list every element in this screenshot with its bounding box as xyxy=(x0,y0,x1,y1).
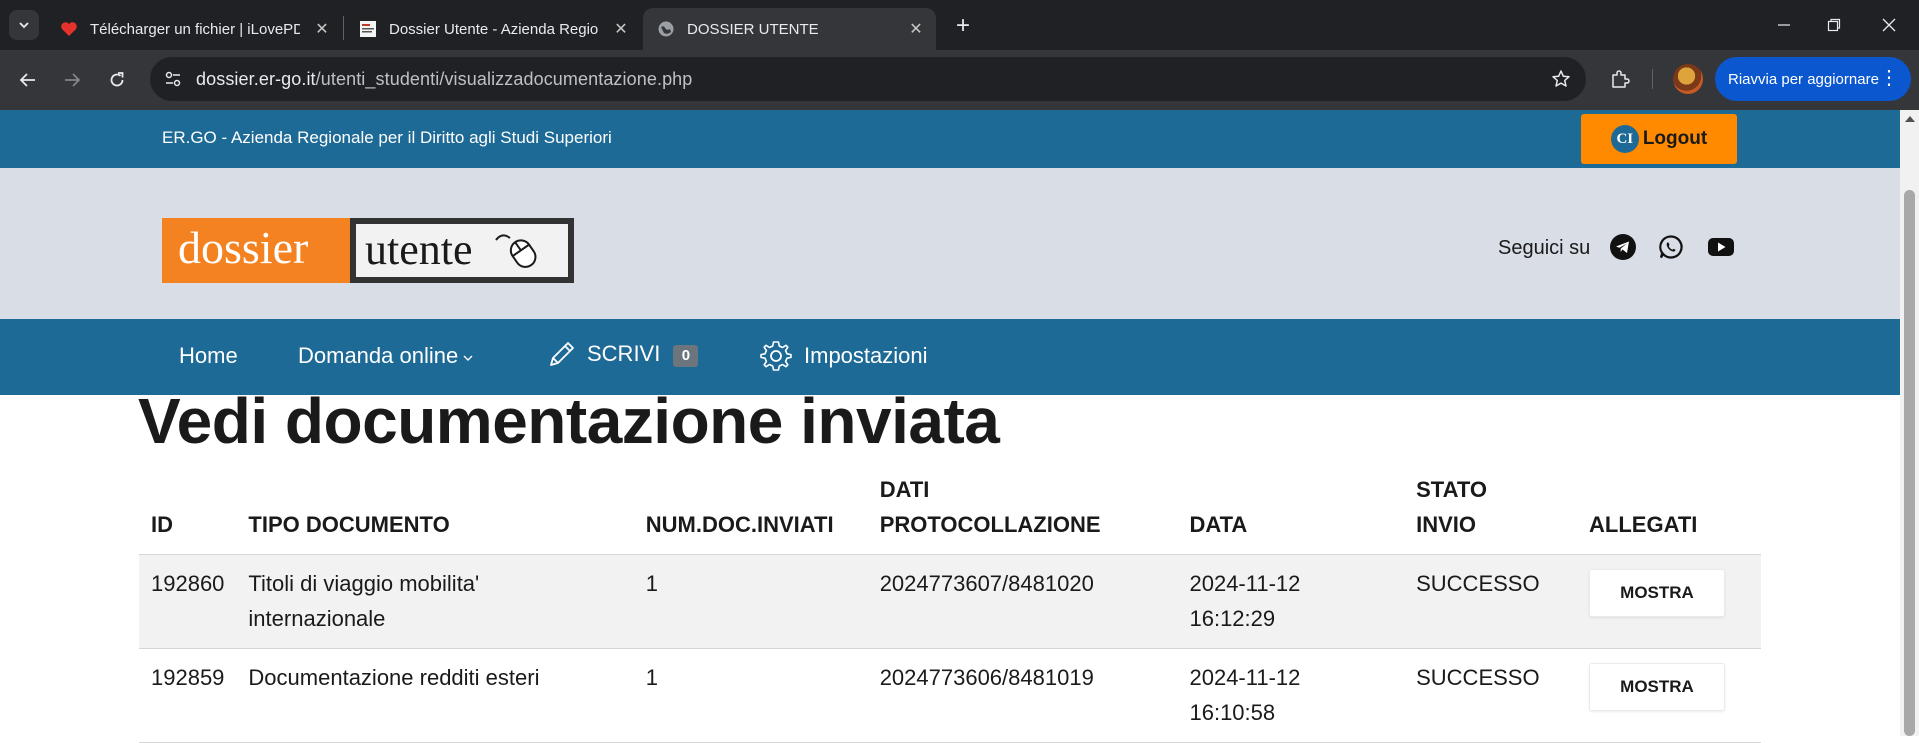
tab-search-button[interactable] xyxy=(9,10,39,40)
close-tab-icon[interactable]: ✕ xyxy=(906,19,926,39)
back-arrow-icon[interactable] xyxy=(13,65,43,95)
cell-data: 2024-11-12 16:12:29 xyxy=(1177,554,1405,649)
ci-logout-icon: CI xyxy=(1610,125,1639,153)
telegram-icon[interactable] xyxy=(1609,233,1637,261)
bookmark-star-icon[interactable] xyxy=(1550,68,1572,90)
header-line: PROTOCOLLAZIONE xyxy=(879,512,1101,537)
url-path: /utenti_studenti/visualizzadocumentazion… xyxy=(315,69,693,89)
youtube-icon[interactable] xyxy=(1707,233,1735,261)
tab-title: Télécharger un fichier | iLovePDF xyxy=(90,20,300,38)
update-button-label: Riavvia per aggiornare xyxy=(1728,70,1879,88)
cell-num-doc: 1 xyxy=(633,648,868,743)
mostra-button[interactable]: MOSTRA xyxy=(1589,569,1726,617)
column-header-data: DATA xyxy=(1177,472,1405,555)
close-window-icon[interactable] xyxy=(1869,10,1909,40)
close-tab-icon[interactable]: ✕ xyxy=(611,19,631,39)
chevron-down-icon xyxy=(463,355,473,361)
column-header-allegati: ALLEGATI xyxy=(1577,472,1761,555)
pencil-icon xyxy=(550,342,574,366)
header-line: STATO xyxy=(1416,477,1487,502)
column-header-num-doc-inviati: NUM.DOC.INVIATI xyxy=(633,472,868,555)
tab-ilovepdf[interactable]: Télécharger un fichier | iLovePDF ✕ xyxy=(46,8,342,50)
tab-title: Dossier Utente - Azienda Regionale xyxy=(389,20,599,38)
logo-utente-word: utente xyxy=(365,225,473,274)
profile-avatar[interactable] xyxy=(1673,64,1703,94)
cell-date: 2024-11-12 xyxy=(1189,665,1301,690)
column-header-stato-invio: STATO INVIO xyxy=(1404,472,1578,555)
cell-allegati: MOSTRA xyxy=(1577,648,1761,743)
documents-table: ID TIPO DOCUMENTO NUM.DOC.INVIATI DATI PR… xyxy=(139,472,1761,743)
scrollbar-thumb[interactable] xyxy=(1904,190,1915,736)
tab-dossier-utente[interactable]: DOSSIER UTENTE ✕ xyxy=(643,8,936,50)
nav-impostazioni-label: Impostazioni xyxy=(804,343,928,368)
nav-scrivi-label: SCRIVI xyxy=(587,341,661,366)
cell-protocollo: 2024773607/8481020 xyxy=(867,554,1178,649)
messages-count-badge: 0 xyxy=(673,344,699,367)
table-header-row: ID TIPO DOCUMENTO NUM.DOC.INVIATI DATI PR… xyxy=(139,472,1761,555)
toolbar-divider xyxy=(1652,69,1653,89)
url-host: dossier.er-go.it xyxy=(196,69,316,89)
logo-dossier-text: dossier xyxy=(162,218,350,283)
heart-icon xyxy=(60,20,78,38)
nav-domanda-online[interactable]: Domanda online xyxy=(298,343,474,369)
site-top-strip: ER.GO - Azienda Regionale per il Diritto… xyxy=(0,110,1900,168)
cell-date: 2024-11-12 xyxy=(1189,571,1301,596)
table-row: 192859 Documentazione redditi esteri 1 2… xyxy=(139,648,1761,743)
column-header-dati-protocollazione: DATI PROTOCOLLAZIONE xyxy=(867,472,1178,555)
forward-arrow-icon[interactable] xyxy=(57,65,87,95)
tab-title: DOSSIER UTENTE xyxy=(687,20,819,38)
new-tab-plus-icon[interactable]: + xyxy=(949,12,977,40)
cell-data: 2024-11-12 16:10:58 xyxy=(1177,648,1405,743)
column-header-tipo-documento: TIPO DOCUMENTO xyxy=(236,472,634,555)
cell-id: 192860 xyxy=(139,554,237,649)
cell-stato: SUCCESSO xyxy=(1404,554,1578,649)
cell-allegati: MOSTRA xyxy=(1577,554,1761,649)
close-tab-icon[interactable]: ✕ xyxy=(312,19,332,39)
logout-label: Logout xyxy=(1642,128,1708,149)
site-header: dossier utente Seguici su xyxy=(0,168,1900,319)
extensions-puzzle-icon[interactable] xyxy=(1605,64,1635,94)
restore-icon[interactable] xyxy=(1814,10,1854,40)
cell-time: 16:12:29 xyxy=(1189,606,1276,631)
dossier-utente-logo[interactable]: dossier utente xyxy=(162,218,574,283)
address-bar[interactable]: dossier.er-go.it/utenti_studenti/visuali… xyxy=(150,57,1586,101)
scroll-up-arrow-icon[interactable] xyxy=(1905,116,1915,122)
update-relaunch-button[interactable]: Riavvia per aggiornare ⋮ xyxy=(1715,57,1911,101)
gear-icon xyxy=(760,341,792,371)
page-scrollbar[interactable] xyxy=(1900,110,1919,736)
mostra-button[interactable]: MOSTRA xyxy=(1589,663,1726,711)
cell-num-doc: 1 xyxy=(633,554,868,649)
table-row: 192860 Titoli di viaggio mobilita' inter… xyxy=(139,554,1761,649)
page-title: Vedi documentazione inviata xyxy=(138,385,1000,457)
tab-separator xyxy=(343,16,344,40)
minimize-icon[interactable] xyxy=(1764,10,1804,40)
cell-id: 192859 xyxy=(139,648,237,743)
nav-scrivi[interactable]: SCRIVI 0 xyxy=(547,339,699,369)
nav-domanda-label: Domanda online xyxy=(298,343,459,368)
organization-name: ER.GO - Azienda Regionale per il Diritto… xyxy=(162,128,612,147)
tab-dossier-utente-azienda[interactable]: Dossier Utente - Azienda Regionale ✕ xyxy=(345,8,641,50)
more-options-icon[interactable]: ⋮ xyxy=(1879,68,1899,88)
document-favicon-icon xyxy=(359,20,377,38)
url-text: dossier.er-go.it/utenti_studenti/visuali… xyxy=(196,69,692,90)
nav-impostazioni[interactable]: Impostazioni xyxy=(759,339,928,373)
globe-icon xyxy=(657,20,675,38)
site-settings-icon[interactable] xyxy=(162,68,184,90)
social-label: Seguici su xyxy=(1498,237,1591,259)
whatsapp-icon[interactable] xyxy=(1657,233,1685,261)
cell-protocollo: 2024773606/8481019 xyxy=(867,648,1178,743)
nav-home[interactable]: Home xyxy=(179,343,238,369)
cell-stato: SUCCESSO xyxy=(1404,648,1578,743)
header-line: INVIO xyxy=(1416,512,1477,537)
reload-icon[interactable] xyxy=(102,65,132,95)
header-line: DATI xyxy=(879,477,930,502)
chevron-down-icon xyxy=(19,22,29,29)
cell-time: 16:10:58 xyxy=(1189,700,1276,725)
browser-tab-bar: Télécharger un fichier | iLovePDF ✕ Doss… xyxy=(0,0,1919,50)
column-header-id: ID xyxy=(139,472,237,555)
cell-tipo-documento: Titoli di viaggio mobilita' internaziona… xyxy=(236,554,634,649)
logout-button[interactable]: CI Logout xyxy=(1581,114,1737,164)
cell-tipo-documento: Documentazione redditi esteri xyxy=(236,648,634,743)
computer-mouse-icon xyxy=(495,234,537,268)
